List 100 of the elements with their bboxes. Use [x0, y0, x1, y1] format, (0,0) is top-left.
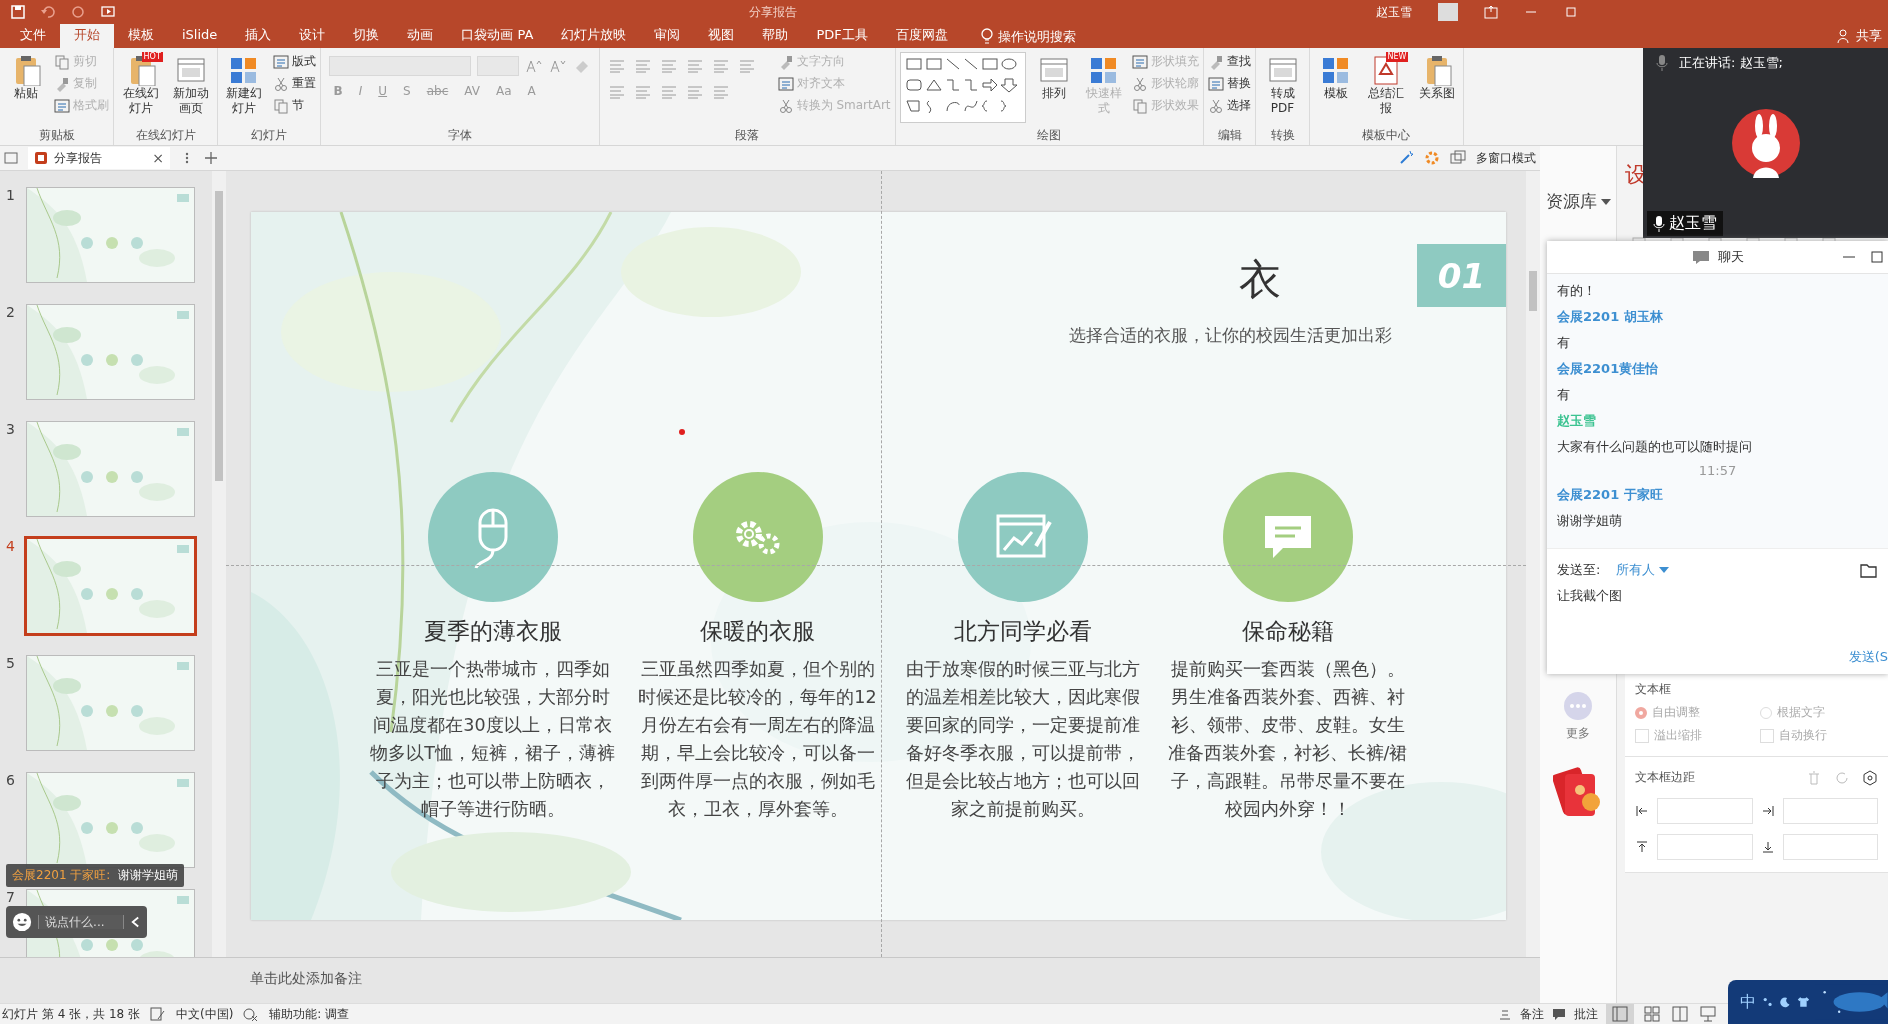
- smiley-icon[interactable]: [12, 911, 33, 933]
- ribbon-button[interactable]: NEW 总结汇报: [1364, 52, 1409, 118]
- ribbon-tab[interactable]: 模板: [114, 24, 168, 48]
- slide-thumbnail[interactable]: [26, 421, 195, 517]
- magic-wand-icon[interactable]: [1398, 150, 1414, 166]
- slide-thumbnail[interactable]: [26, 772, 195, 868]
- notes-button[interactable]: 备注: [1520, 1005, 1544, 1023]
- scrollbar-thumb[interactable]: [1529, 271, 1537, 311]
- ribbon-button[interactable]: 新加动画页: [168, 52, 214, 118]
- send-button[interactable]: 发送(S: [1848, 648, 1888, 666]
- ribbon-display-icon[interactable]: [1484, 5, 1498, 19]
- collapse-icon[interactable]: [130, 915, 141, 929]
- scrollbar[interactable]: [1526, 171, 1540, 957]
- scrollbar-thumb[interactable]: [215, 191, 223, 481]
- slide-thumbnail[interactable]: [26, 187, 195, 283]
- numbering-icon[interactable]: [633, 58, 652, 74]
- ribbon-tab[interactable]: 设计: [285, 24, 340, 48]
- ribbon-button[interactable]: 新建幻灯片: [222, 52, 267, 118]
- share-button[interactable]: 共享: [1856, 27, 1882, 45]
- sorter-view-icon[interactable]: [1642, 1004, 1662, 1024]
- checkbox[interactable]: [1635, 728, 1649, 743]
- reading-view-icon[interactable]: [1670, 1004, 1690, 1024]
- undo-icon[interactable]: [40, 4, 56, 20]
- ribbon-tab[interactable]: 帮助: [748, 24, 803, 48]
- ribbon-tab[interactable]: 视图: [694, 24, 749, 48]
- font-size-field[interactable]: [476, 56, 519, 76]
- font-name-field[interactable]: [328, 56, 471, 76]
- columns-icon[interactable]: [685, 84, 704, 100]
- comments-button[interactable]: 批注: [1574, 1005, 1598, 1023]
- spell-check-icon[interactable]: [150, 1007, 166, 1021]
- ribbon-button[interactable]: 版式: [272, 52, 316, 71]
- line-spacing-icon[interactable]: [711, 58, 730, 74]
- indent-icon[interactable]: [685, 58, 704, 74]
- ribbon-tab[interactable]: PDF工具: [802, 24, 882, 48]
- scrollbar[interactable]: [212, 171, 226, 957]
- checkbox[interactable]: [1759, 728, 1774, 743]
- justify-icon[interactable]: [659, 84, 678, 100]
- maximize-icon[interactable]: [1564, 5, 1578, 19]
- ribbon-button[interactable]: 节: [272, 96, 316, 115]
- slide-thumbnail[interactable]: [26, 655, 195, 751]
- number-field[interactable]: [1657, 798, 1753, 824]
- resource-library-button[interactable]: 资源库: [1545, 190, 1611, 213]
- chat-input[interactable]: 说点什么...: [38, 915, 125, 929]
- document-tab[interactable]: 分享报告: [54, 149, 147, 167]
- accessibility-status[interactable]: 辅助功能: 调查: [269, 1005, 350, 1023]
- ribbon-button[interactable]: 重置: [272, 74, 316, 93]
- shrink-font-icon[interactable]: [548, 58, 567, 74]
- ribbon-tab[interactable]: 切换: [339, 24, 394, 48]
- windows-icon[interactable]: [1450, 150, 1466, 166]
- ribbon-button[interactable]: 替换: [1208, 74, 1252, 93]
- number-field[interactable]: [1657, 834, 1753, 860]
- ribbon-tab[interactable]: iSlide: [168, 24, 232, 48]
- ribbon-button[interactable]: 关系图: [1414, 52, 1459, 103]
- align-right-icon[interactable]: [633, 84, 652, 100]
- slideshow-icon[interactable]: [100, 4, 116, 20]
- add-tab-icon[interactable]: [204, 151, 218, 165]
- maximize-icon[interactable]: [1870, 250, 1884, 264]
- number-field[interactable]: [1782, 834, 1878, 860]
- ribbon-tab[interactable]: 动画: [393, 24, 448, 48]
- save-icon[interactable]: [10, 4, 26, 20]
- panel-icon[interactable]: [4, 151, 18, 165]
- ribbon-tab[interactable]: 百度网盘: [881, 24, 962, 48]
- ribbon-button[interactable]: 排列: [1031, 52, 1076, 103]
- settings-icon[interactable]: [1862, 769, 1878, 786]
- normal-view-icon[interactable]: [1606, 1004, 1634, 1024]
- number-field[interactable]: [1782, 798, 1878, 824]
- folder-icon[interactable]: [1860, 562, 1878, 578]
- bullets-icon[interactable]: [607, 58, 626, 74]
- ribbon-button[interactable]: 转成PDF: [1260, 52, 1305, 118]
- ribbon-tab[interactable]: 插入: [231, 24, 286, 48]
- radio-button[interactable]: [1635, 706, 1647, 719]
- outdent-icon[interactable]: [659, 58, 678, 74]
- ribbon-button[interactable]: 选择: [1208, 96, 1252, 115]
- ribbon-button[interactable]: 模板: [1313, 52, 1359, 103]
- shape-gallery[interactable]: [899, 52, 1026, 123]
- ribbon-button[interactable]: 查找: [1208, 52, 1252, 71]
- close-button[interactable]: ×: [152, 150, 164, 166]
- align-center-icon[interactable]: [607, 84, 626, 100]
- redo-icon[interactable]: [70, 4, 86, 20]
- language-indicator[interactable]: 中文(中国): [176, 1005, 234, 1023]
- ribbon-tab[interactable]: 文件: [6, 24, 60, 48]
- more-label[interactable]: 更多: [1566, 725, 1590, 742]
- ribbon-button[interactable]: HOT 在线幻灯片: [118, 52, 163, 118]
- ribbon-tab[interactable]: 口袋动画 PA: [447, 24, 548, 48]
- input-method-bar[interactable]: 中: [1728, 980, 1888, 1024]
- slide-thumbnail[interactable]: [26, 304, 195, 400]
- trash-icon[interactable]: [1806, 769, 1822, 786]
- slide-thumbnail[interactable]: [24, 536, 197, 636]
- accessibility-icon[interactable]: [243, 1007, 260, 1021]
- ribbon-tab[interactable]: 幻灯片放映: [547, 24, 641, 48]
- align-lines-icon[interactable]: [711, 84, 730, 100]
- align-left-icon[interactable]: [737, 58, 756, 74]
- ribbon-tab[interactable]: 审阅: [640, 24, 695, 48]
- refresh-icon[interactable]: [1834, 769, 1850, 786]
- search-field[interactable]: 操作说明搜索: [997, 26, 1076, 48]
- recipient-dropdown[interactable]: 所有人: [1616, 561, 1670, 579]
- slideshow-icon[interactable]: [1698, 1004, 1718, 1024]
- multi-window-button[interactable]: 多窗口模式: [1476, 149, 1536, 167]
- ribbon-button[interactable]: 粘贴: [4, 52, 49, 103]
- ribbon-tab[interactable]: 开始: [60, 24, 114, 48]
